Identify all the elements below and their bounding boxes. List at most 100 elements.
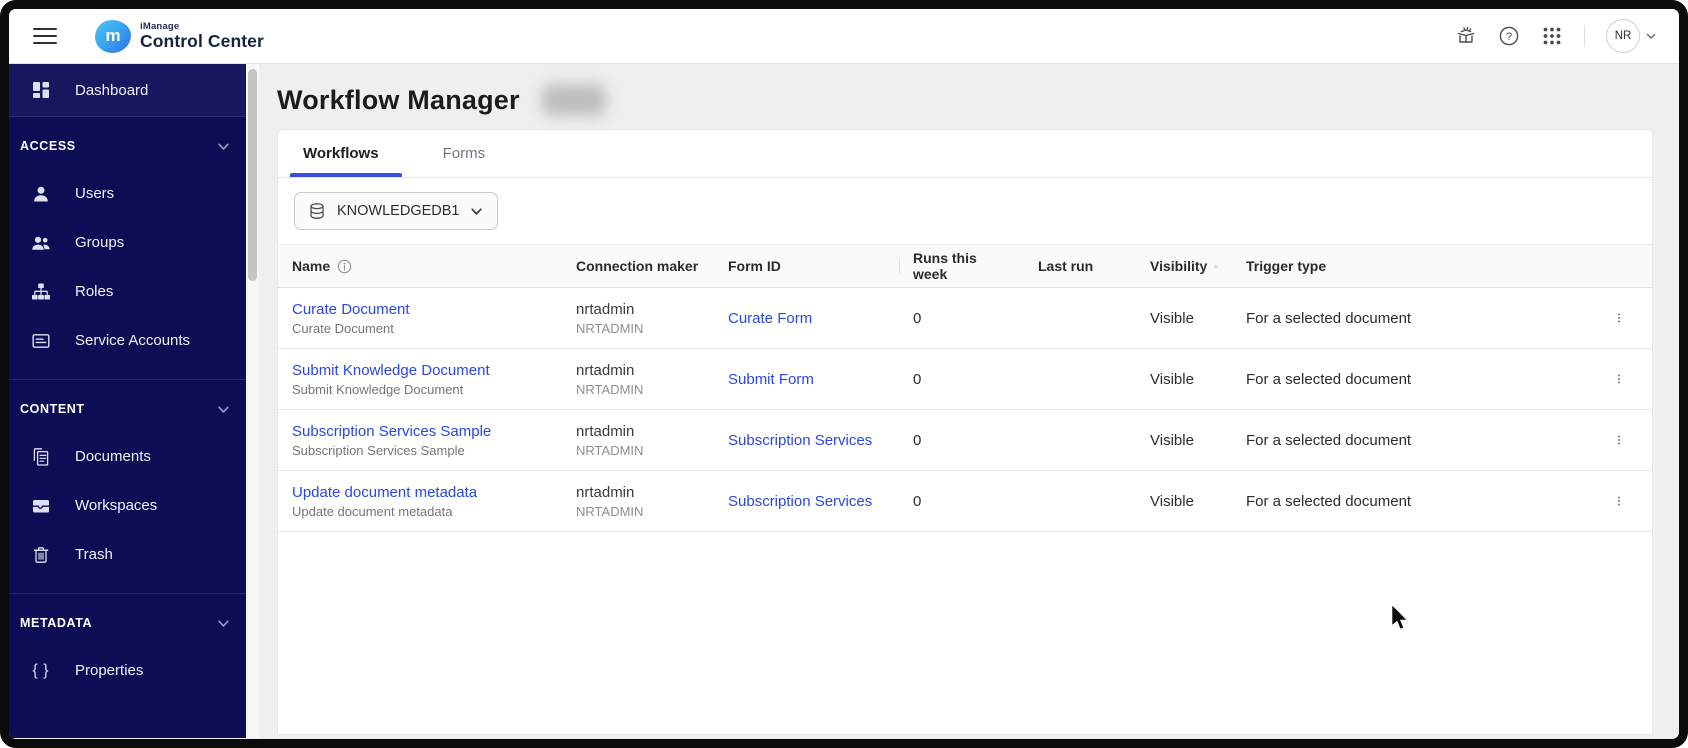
page-title: Workflow Manager	[277, 84, 520, 115]
runs-this-week: 0	[913, 370, 922, 388]
sidebar-divider	[9, 379, 246, 380]
brand-large-text: Control Center	[140, 30, 264, 51]
sidebar-nav: Dashboard ACCESS Users Groups Roles Serv…	[9, 64, 259, 738]
workflow-description: Submit Knowledge Document	[292, 381, 464, 397]
sidebar-item-label: Properties	[75, 662, 144, 679]
workflow-name-link[interactable]: Update document metadata	[292, 484, 477, 501]
avatar[interactable]: NR	[1606, 19, 1640, 53]
connection-maker-sub: NRTADMIN	[576, 503, 644, 519]
trigger-type: For a selected document	[1246, 431, 1412, 449]
trigger-type: For a selected document	[1246, 370, 1412, 388]
hamburger-menu-icon[interactable]	[33, 23, 57, 49]
workflows-card: Workflows Forms KNOWLEDGEDB1 Name Connec…	[277, 129, 1653, 735]
redacted-badge	[541, 84, 606, 116]
row-actions-kebab-icon[interactable]	[1604, 425, 1634, 455]
sidebar-item-users[interactable]: Users	[9, 169, 246, 218]
tab-workflows[interactable]: Workflows	[290, 130, 402, 177]
table-row: Update document metadata Update document…	[278, 471, 1652, 532]
trigger-type: For a selected document	[1246, 309, 1412, 327]
sidebar-section-metadata[interactable]: METADATA	[9, 600, 246, 646]
visibility: Visible	[1150, 492, 1194, 510]
sidebar-item-workspaces[interactable]: Workspaces	[9, 481, 246, 530]
column-header-name: Name	[278, 258, 562, 274]
top-header: m iManage Control Center ? NR	[9, 9, 1679, 64]
sidebar-scrollbar-track[interactable]	[246, 64, 259, 738]
apps-grid-icon[interactable]	[1541, 25, 1563, 47]
runs-this-week: 0	[913, 431, 922, 449]
visibility: Visible	[1150, 431, 1194, 449]
section-label: ACCESS	[20, 139, 76, 153]
sidebar-item-documents[interactable]: Documents	[9, 432, 246, 481]
info-icon[interactable]	[1214, 259, 1218, 274]
info-icon[interactable]	[337, 259, 352, 274]
column-header-form-id: Form ID	[714, 258, 899, 274]
form-id-link[interactable]: Subscription Services	[728, 493, 872, 510]
section-label: METADATA	[20, 616, 93, 630]
connection-maker-sub: NRTADMIN	[576, 381, 644, 397]
service-accounts-icon	[30, 331, 52, 351]
connection-maker-sub: NRTADMIN	[576, 442, 644, 458]
sidebar-item-label: Dashboard	[75, 81, 149, 99]
visibility: Visible	[1150, 309, 1194, 327]
sidebar-item-service-accounts[interactable]: Service Accounts	[9, 316, 246, 365]
tab-bar: Workflows Forms	[278, 130, 1652, 178]
header-divider	[1584, 25, 1585, 47]
trigger-type: For a selected document	[1246, 492, 1412, 510]
workflow-name-link[interactable]: Curate Document	[292, 301, 410, 318]
svg-text:?: ?	[1506, 31, 1512, 43]
documents-icon	[30, 447, 52, 467]
sidebar-item-properties[interactable]: { } Properties	[9, 646, 246, 695]
workflow-description: Subscription Services Sample	[292, 442, 465, 458]
sidebar-section-content[interactable]: CONTENT	[9, 386, 246, 432]
chevron-down-icon	[218, 143, 229, 150]
library-selector[interactable]: KNOWLEDGEDB1	[294, 192, 499, 230]
roles-icon	[30, 282, 52, 302]
row-actions-kebab-icon[interactable]	[1604, 303, 1634, 333]
sidebar-item-label: Service Accounts	[75, 332, 191, 349]
sidebar-item-dashboard[interactable]: Dashboard	[9, 64, 246, 117]
row-actions-kebab-icon[interactable]	[1604, 364, 1634, 394]
workflow-name-link[interactable]: Subscription Services Sample	[292, 423, 491, 440]
sidebar-scrollbar-thumb[interactable]	[248, 69, 257, 281]
connection-maker: nrtadmin	[576, 422, 635, 440]
sidebar-item-trash[interactable]: Trash	[9, 530, 246, 579]
help-icon[interactable]: ?	[1498, 25, 1520, 47]
table-header: Name Connection maker Form ID Runs this …	[278, 244, 1652, 288]
form-id-link[interactable]: Subscription Services	[728, 432, 872, 449]
connection-maker: nrtadmin	[576, 483, 635, 501]
sidebar-divider	[9, 593, 246, 594]
workflow-description: Update document metadata	[292, 503, 453, 519]
sidebar-item-roles[interactable]: Roles	[9, 267, 246, 316]
sidebar-section-access[interactable]: ACCESS	[9, 123, 246, 169]
sidebar-item-groups[interactable]: Groups	[9, 218, 246, 267]
column-header-runs-this-week: Runs this week	[899, 250, 1024, 282]
main-content: Workflow Manager Workflows Forms KNOWLED…	[259, 64, 1679, 738]
connection-maker-sub: NRTADMIN	[576, 320, 644, 336]
row-actions-kebab-icon[interactable]	[1604, 486, 1634, 516]
app-window: m iManage Control Center ? NR Dashboard …	[0, 0, 1688, 748]
sidebar-item-label: Trash	[75, 546, 113, 563]
table-row: Submit Knowledge Document Submit Knowled…	[278, 349, 1652, 410]
user-icon	[30, 184, 52, 204]
form-id-link[interactable]: Curate Form	[728, 310, 812, 327]
trash-icon	[30, 545, 52, 565]
runs-this-week: 0	[913, 492, 922, 510]
database-icon	[310, 203, 324, 219]
column-header-connection-maker: Connection maker	[562, 258, 714, 274]
table-row: Curate Document Curate Document nrtadmin…	[278, 288, 1652, 349]
workflow-name-link[interactable]: Submit Knowledge Document	[292, 362, 490, 379]
form-id-link[interactable]: Submit Form	[728, 371, 814, 388]
groups-icon	[30, 233, 52, 253]
column-header-last-run: Last run	[1024, 258, 1136, 274]
chevron-down-icon	[218, 406, 229, 413]
connection-maker: nrtadmin	[576, 300, 635, 318]
column-header-trigger-type: Trigger type	[1232, 258, 1596, 274]
chevron-down-icon	[471, 207, 483, 215]
user-menu[interactable]: NR	[1606, 19, 1657, 53]
visibility: Visible	[1150, 370, 1194, 388]
tab-forms[interactable]: Forms	[430, 130, 499, 177]
sidebar-item-label: Groups	[75, 234, 125, 251]
whats-new-icon[interactable]	[1455, 25, 1477, 47]
table-row: Subscription Services Sample Subscriptio…	[278, 410, 1652, 471]
chevron-down-icon	[218, 620, 229, 627]
